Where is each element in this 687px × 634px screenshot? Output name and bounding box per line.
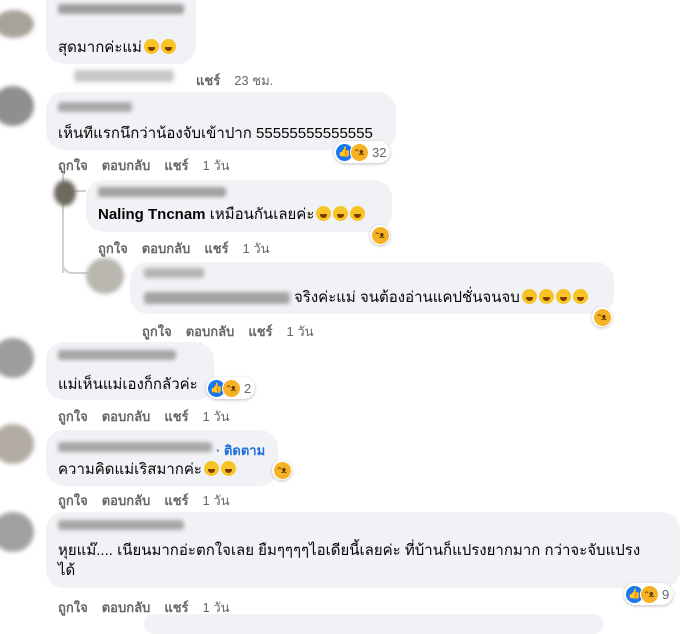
haha-reaction-icon: ᵔᴥ (593, 308, 611, 326)
like-link[interactable]: ถูกใจ (58, 409, 88, 424)
comment-time[interactable]: 1 วัน (203, 600, 230, 615)
avatar[interactable] (86, 258, 124, 294)
haha-reaction-icon: ᵔᴥ (273, 461, 291, 479)
comment-time[interactable]: 1 วัน (243, 241, 270, 256)
comment-text-content: ความคิดแม่เริสมากค่ะ (58, 461, 202, 478)
comment-actions: ถูกใจ ตอบกลับ แชร์ 1 วัน (58, 155, 244, 176)
comment-text-content: สุดมากค่ะแม่ (58, 39, 142, 56)
like-action-obscured[interactable] (74, 70, 174, 82)
like-link[interactable]: ถูกใจ (58, 158, 88, 173)
comment-actions: แชร์ 23 ชม. (196, 70, 287, 91)
share-link[interactable]: แชร์ (164, 493, 188, 508)
haha-reaction-icon: ᵔᴥ (350, 142, 369, 162)
reply-link[interactable]: ตอบกลับ (102, 600, 151, 615)
reaction-count: 32 (372, 144, 387, 160)
commenter-name[interactable] (58, 350, 176, 360)
reply-link[interactable]: ตอบกลับ (102, 409, 151, 424)
commenter-name[interactable] (98, 187, 226, 197)
reaction-summary[interactable]: ᵔᴥ (272, 460, 292, 480)
reaction-summary[interactable]: ᵔᴥ (370, 225, 390, 245)
like-link[interactable]: ถูกใจ (58, 600, 88, 615)
haha-reaction-icon: ᵔᴥ (640, 584, 659, 604)
comment-time[interactable]: 23 ชม. (234, 73, 273, 88)
laughing-emoji-icon (350, 206, 366, 221)
laughing-emoji-icon (572, 289, 588, 304)
follow-link[interactable]: · ติดตาม (216, 440, 265, 461)
comment-actions: ถูกใจ ตอบกลับ แชร์ 1 วัน (142, 321, 328, 342)
reaction-count: 2 (244, 380, 252, 396)
reaction-summary[interactable]: 👍 ᵔᴥ 32 (334, 141, 391, 163)
share-link[interactable]: แชร์ (196, 73, 220, 88)
avatar[interactable] (0, 10, 34, 38)
avatar[interactable] (0, 338, 34, 378)
comment-text: Naling Tncnam เหมือนกันเลยค่ะ (98, 205, 366, 225)
reply-link[interactable]: ตอบกลับ (102, 493, 151, 508)
comment-actions: ถูกใจ ตอบกลับ แชร์ 1 วัน (98, 238, 284, 259)
comment-text-content: แม่เห็นแม่เองก็กลัวค่ะ (58, 376, 198, 393)
comment-actions: ถูกใจ ตอบกลับ แชร์ 1 วัน (58, 490, 244, 511)
haha-reaction-icon: ᵔᴥ (371, 226, 389, 244)
tagged-user[interactable]: Naling Tncnam (98, 206, 206, 223)
avatar[interactable] (54, 180, 76, 206)
comment-text-line-2: ได้ (58, 562, 76, 579)
haha-reaction-icon: ᵔᴥ (222, 378, 241, 398)
share-link[interactable]: แชร์ (164, 600, 188, 615)
reply-link[interactable]: ตอบกลับ (102, 158, 151, 173)
avatar[interactable] (0, 512, 34, 552)
reaction-summary[interactable]: ᵔᴥ (592, 307, 612, 327)
comment-bubble-partial (144, 614, 604, 634)
reply-link[interactable]: ตอบกลับ (186, 324, 235, 339)
laughing-emoji-icon (521, 289, 537, 304)
commenter-name[interactable] (58, 442, 212, 452)
tagged-user-obscured[interactable] (144, 292, 290, 304)
share-link[interactable]: แชร์ (164, 158, 188, 173)
comment-text-content: เหมือนกันเลยค่ะ (209, 206, 315, 223)
reaction-count: 9 (662, 586, 670, 602)
comment-actions: ถูกใจ ตอบกลับ แชร์ 1 วัน (58, 406, 244, 427)
share-link[interactable]: แชร์ (248, 324, 272, 339)
comment-text-content: จริงค่ะแม่ จนต้องอ่านแคปชั่นจนจบ (294, 289, 520, 306)
comment-text: เห็นทีแรกนึกว่าน้องจับเข้าปาก 5555555555… (58, 125, 373, 142)
avatar[interactable] (0, 86, 34, 126)
comment-time[interactable]: 1 วัน (203, 493, 230, 508)
comment-time[interactable]: 1 วัน (203, 158, 230, 173)
commenter-name[interactable] (144, 268, 204, 278)
laughing-emoji-icon (160, 39, 176, 54)
comment-time[interactable]: 1 วัน (287, 324, 314, 339)
comment-text-line-1: หุยแม๊.... เนียนมากอ่ะตกใจเลย ยืมๆๆๆๆไอเ… (58, 542, 641, 559)
avatar[interactable] (0, 424, 34, 464)
reply-link[interactable]: ตอบกลับ (142, 241, 191, 256)
commenter-name[interactable] (58, 520, 184, 530)
like-link[interactable]: ถูกใจ (142, 324, 172, 339)
laughing-emoji-icon (555, 289, 571, 304)
laughing-emoji-icon (538, 289, 554, 304)
comment-time[interactable]: 1 วัน (203, 409, 230, 424)
share-link[interactable]: แชร์ (164, 409, 188, 424)
share-link[interactable]: แชร์ (204, 241, 228, 256)
laughing-emoji-icon (143, 39, 159, 54)
laughing-emoji-icon (220, 461, 236, 476)
comment-text: จริงค่ะแม่ จนต้องอ่านแคปชั่นจนจบ (294, 288, 588, 308)
comment-text: สุดมากค่ะแม่ (58, 38, 176, 58)
like-link[interactable]: ถูกใจ (58, 493, 88, 508)
comment-text: แม่เห็นแม่เองก็กลัวค่ะ (58, 375, 198, 395)
laughing-emoji-icon (203, 461, 219, 476)
laughing-emoji-icon (333, 206, 349, 221)
reaction-summary[interactable]: 👍 ᵔᴥ 2 (206, 377, 256, 399)
commenter-name[interactable] (58, 102, 132, 112)
laughing-emoji-icon (316, 206, 332, 221)
commenter-name[interactable] (58, 4, 184, 14)
reaction-summary[interactable]: 👍 ᵔᴥ 9 (624, 583, 674, 605)
comment-text: ความคิดแม่เริสมากค่ะ (58, 460, 236, 480)
